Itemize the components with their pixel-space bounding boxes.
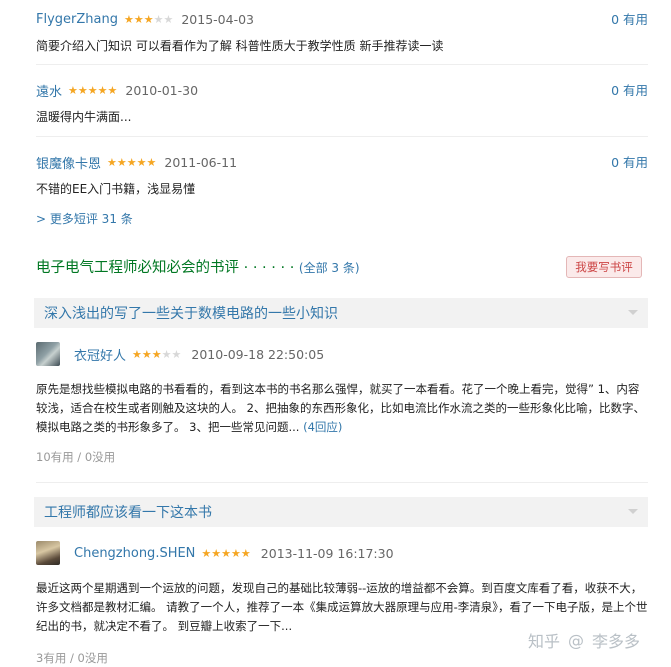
star-filled-icon: ★: [231, 546, 241, 560]
comment-user-link[interactable]: 银魔像卡恩: [36, 153, 101, 172]
all-reviews-link[interactable]: (全部 3 条): [299, 261, 360, 275]
review-votes[interactable]: 10有用 / 0没用: [36, 449, 648, 465]
useful-vote-link[interactable]: 0 有用: [611, 80, 648, 99]
rating-stars: ★★★★★: [107, 156, 156, 169]
star-filled-icon: ★: [133, 12, 144, 26]
star-filled-icon: ★: [116, 155, 127, 169]
reply-count-link[interactable]: (4回应): [303, 420, 342, 434]
star-filled-icon: ★: [107, 155, 117, 169]
star-filled-icon: ★: [240, 546, 251, 560]
comment-text: 温暖得内牛满面...: [36, 110, 132, 124]
star-filled-icon: ★: [126, 155, 137, 169]
review-title-link[interactable]: 工程师都应该看一下这本书: [44, 502, 212, 522]
review-body: 原先是想找些模拟电路的书看看的，看到这本书的书名那么强悍，就买了一本看看。花了一…: [36, 380, 648, 437]
comment-item: 银魔像卡恩 ★★★★★ 2011-06-11 0 有用 不错的EE入门书籍，浅显…: [36, 152, 648, 197]
rating-stars: ★★★★★: [68, 84, 117, 97]
section-title-text: 电子电气工程师必知必会的书评: [36, 260, 239, 276]
comment-user-link[interactable]: 遠水: [36, 81, 62, 100]
comment-item: 遠水 ★★★★★ 2010-01-30 0 有用 温暖得内牛满面...: [36, 80, 648, 125]
chevron-down-icon[interactable]: [628, 310, 638, 315]
rating-stars: ★★★★★: [124, 13, 173, 26]
more-comments-link[interactable]: > 更多短评 31 条: [36, 210, 133, 227]
useful-vote-link[interactable]: 0 有用: [611, 9, 648, 28]
comment-date: 2011-06-11: [164, 154, 238, 170]
review-title-bar[interactable]: 工程师都应该看一下这本书: [34, 497, 648, 527]
star-filled-icon: ★: [132, 347, 142, 361]
star-empty-icon: ★: [163, 12, 174, 26]
avatar[interactable]: [36, 541, 60, 565]
comment-date: 2015-04-03: [181, 11, 255, 27]
comment-text: 简要介绍入门知识 可以看看作为了解 科普性质大于教学性质 新手推荐读一读: [36, 39, 444, 53]
comment-item: FlygerZhang ★★★★★ 2015-04-03 0 有用 简要介绍入门…: [36, 9, 648, 54]
divider: [36, 482, 648, 483]
comment-text: 不错的EE入门书籍，浅显易懂: [36, 182, 196, 196]
review-votes[interactable]: 3有用 / 0没用: [36, 650, 648, 666]
star-filled-icon: ★: [221, 546, 232, 560]
review-user-link[interactable]: Chengzhong.SHEN: [74, 546, 195, 561]
section-dots: · · · · · ·: [239, 260, 299, 276]
star-filled-icon: ★: [68, 83, 78, 97]
review-datetime: 2013-11-09 16:17:30: [260, 545, 394, 561]
divider: [36, 64, 648, 65]
rating-stars: ★★★★★: [201, 547, 250, 560]
zhihu-watermark: 知乎 @ 李多多: [528, 628, 640, 652]
comment-user-link[interactable]: FlygerZhang: [36, 12, 118, 27]
section-title: 电子电气工程师必知必会的书评 · · · · · · (全部 3 条): [36, 256, 360, 277]
star-filled-icon: ★: [146, 155, 157, 169]
star-empty-icon: ★: [171, 347, 182, 361]
review-user-link[interactable]: 衣冠好人: [74, 345, 126, 364]
star-filled-icon: ★: [143, 12, 154, 26]
star-filled-icon: ★: [211, 546, 222, 560]
avatar[interactable]: [36, 342, 60, 366]
review-excerpt: 最近这两个星期遇到一个运放的问题，发现自己的基础比较薄弱--运放的增益都不会算。…: [36, 581, 648, 633]
review-item: 衣冠好人 ★★★★★ 2010-09-18 22:50:05 原先是想找些模拟电…: [36, 342, 648, 465]
star-filled-icon: ★: [77, 83, 88, 97]
star-filled-icon: ★: [107, 83, 118, 97]
star-empty-icon: ★: [161, 347, 172, 361]
star-filled-icon: ★: [123, 12, 134, 26]
review-datetime: 2010-09-18 22:50:05: [191, 346, 325, 362]
divider: [36, 136, 648, 137]
rating-stars: ★★★★★: [132, 348, 181, 361]
watermark-at: @: [568, 630, 585, 650]
star-filled-icon: ★: [87, 83, 98, 97]
star-filled-icon: ★: [141, 347, 152, 361]
review-title-bar[interactable]: 深入浅出的写了一些关于数模电路的一些小知识: [34, 298, 648, 328]
write-review-button[interactable]: 我要写书评: [566, 256, 642, 278]
star-filled-icon: ★: [151, 347, 162, 361]
star-filled-icon: ★: [136, 155, 147, 169]
chevron-down-icon[interactable]: [628, 509, 638, 514]
useful-vote-link[interactable]: 0 有用: [611, 152, 648, 171]
star-filled-icon: ★: [97, 83, 108, 97]
review-title-link[interactable]: 深入浅出的写了一些关于数模电路的一些小知识: [44, 303, 338, 323]
watermark-author: 李多多: [592, 632, 641, 651]
star-filled-icon: ★: [201, 546, 212, 560]
comment-date: 2010-01-30: [125, 82, 199, 98]
watermark-brand: 知乎: [528, 632, 561, 651]
star-empty-icon: ★: [153, 12, 164, 26]
